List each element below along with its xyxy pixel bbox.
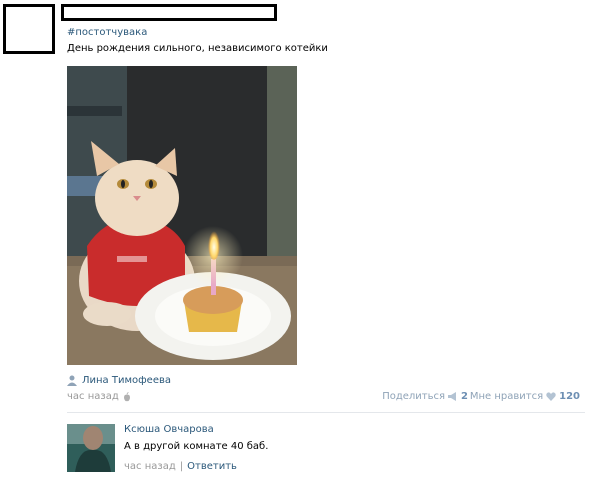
post-time[interactable]: час назад (67, 391, 131, 402)
share-label: Поделиться (382, 391, 446, 402)
comment-meta: час назад | Ответить (124, 461, 237, 472)
redacted-avatar (3, 4, 55, 54)
cat-birthday-photo (67, 66, 297, 365)
post-photo[interactable] (67, 66, 297, 365)
like-label: Мне нравится (469, 391, 544, 402)
apple-icon (123, 391, 130, 401)
comment-time[interactable]: час назад (124, 461, 176, 472)
like-button[interactable]: Мне нравится 120 (470, 391, 580, 402)
divider (67, 412, 585, 413)
heart-icon (546, 392, 556, 401)
megaphone-icon (448, 392, 457, 401)
post-author[interactable]: Лина Тимофеева (67, 375, 171, 386)
comment-text: А в другой комнате 40 баб. (124, 441, 269, 452)
share-button[interactable]: Поделиться 2 (382, 391, 468, 402)
post-text: День рождения сильного, независимого кот… (67, 43, 328, 54)
like-count: 120 (559, 391, 580, 402)
post-time-text[interactable]: час назад (67, 391, 119, 402)
user-icon (67, 375, 77, 386)
reply-link[interactable]: Ответить (187, 461, 237, 472)
comment-author[interactable]: Ксюша Овчарова (124, 424, 214, 435)
redacted-author-name (61, 4, 277, 21)
comment-avatar-image (67, 424, 115, 472)
hashtag-link[interactable]: #постотчувака (67, 27, 147, 38)
comment-separator: | (179, 461, 184, 472)
post-author-name[interactable]: Лина Тимофеева (82, 375, 171, 386)
share-count: 2 (461, 391, 468, 402)
post-meta: час назад Поделиться 2 Мне нравится 120 (67, 391, 580, 405)
comment-avatar[interactable] (67, 424, 115, 472)
